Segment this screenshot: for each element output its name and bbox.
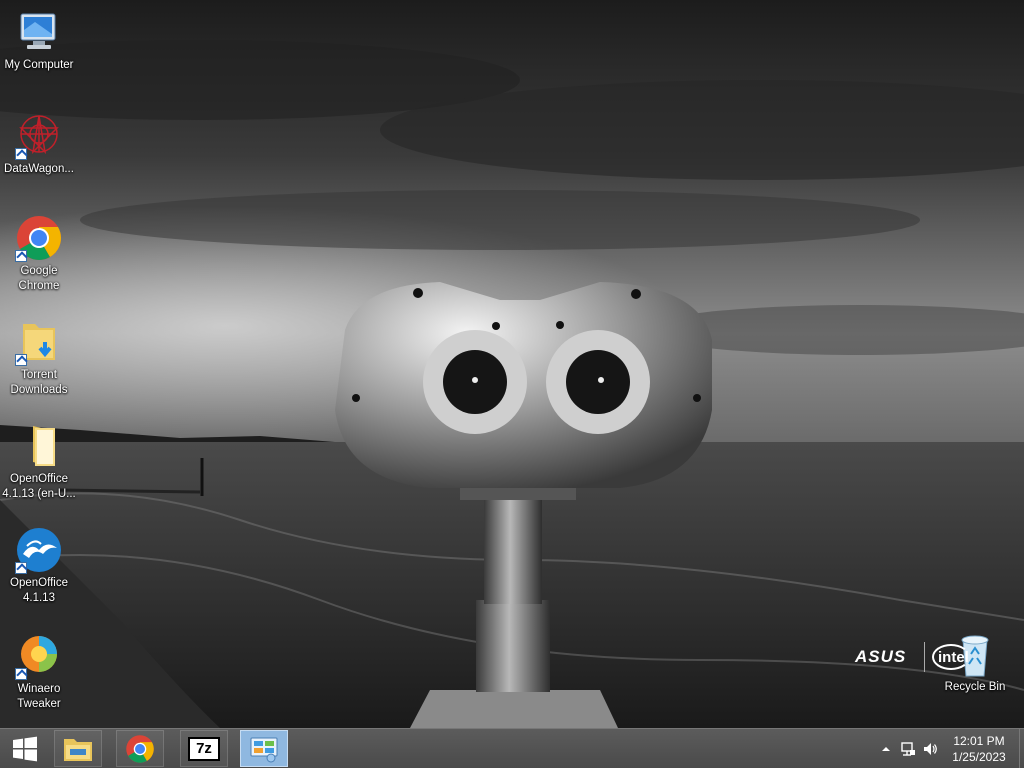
desktop-icon-winaero-tweaker[interactable]: Winaero Tweaker [0,632,78,712]
shortcut-arrow-icon [15,562,27,574]
chevron-up-icon[interactable] [878,741,894,757]
desktop-icon-my-computer[interactable]: My Computer [0,8,78,73]
desktop-icon-openoffice-folder[interactable]: OpenOffice 4.1.13 (en-U... [0,422,78,502]
desktop-icon-label: Recycle Bin [944,681,1006,693]
desktop-icon-label: OpenOffice 4.1.13 (en-U... [2,473,76,500]
desktop-icon-torrent-downloads[interactable]: Torrent Downloads [0,318,78,398]
folder-icon [15,422,63,470]
wallpaper [0,0,1024,728]
taskbar-7zip-button[interactable]: 7z [180,730,228,767]
shortcut-arrow-icon [15,668,27,680]
file-explorer-icon [64,738,92,761]
taskbar: 7z 12:01 PM 1/25/2023 [0,728,1024,768]
network-icon[interactable] [900,741,916,757]
chrome-icon [15,214,63,262]
taskbar-control-panel-button[interactable] [240,730,288,767]
speaker-icon[interactable] [922,741,938,757]
desktop-icon-google-chrome[interactable]: Google Chrome [0,214,78,294]
clock-date: 1/25/2023 [952,750,1006,764]
openoffice-icon [15,526,63,574]
windows-logo-icon [13,736,37,762]
winaero-tweaker-icon [15,632,63,680]
my-computer-icon [15,8,63,56]
datawagon-icon [15,112,63,160]
taskbar-clock[interactable]: 12:01 PM 1/25/2023 [944,733,1014,765]
desktop-icon-label: OpenOffice 4.1.13 [10,577,68,604]
intel-logo: intel [932,644,972,674]
desktop-icon-label: My Computer [4,59,74,71]
control-panel-icon [250,737,278,762]
shortcut-arrow-icon [15,250,27,262]
show-desktop-button[interactable] [1019,729,1024,768]
desktop-icon-label: Google Chrome [18,265,60,292]
clock-time: 12:01 PM [953,734,1005,748]
system-tray: 12:01 PM 1/25/2023 [864,729,1024,768]
start-button[interactable] [0,729,50,768]
chrome-icon [126,734,154,763]
shortcut-arrow-icon [15,354,27,366]
asus-logo: ASUS [855,647,907,666]
logo-divider [924,642,925,672]
7zip-icon: 7z [188,736,220,761]
desktop-icon-label: Winaero Tweaker [17,683,61,710]
desktop-icon-datawagon[interactable]: DataWagon... [0,112,78,177]
desktop[interactable]: My Computer DataWagon... Google Chrome T… [0,0,1024,728]
folder-download-icon [15,318,63,366]
desktop-icon-label: Torrent Downloads [10,369,68,396]
desktop-icon-openoffice[interactable]: OpenOffice 4.1.13 [0,526,78,606]
desktop-icon-label: DataWagon... [4,163,74,175]
taskbar-file-explorer-button[interactable] [54,730,102,767]
intel-logo-text: intel [938,649,969,666]
7zip-icon-text: 7z [196,740,212,757]
shortcut-arrow-icon [15,148,27,160]
taskbar-chrome-button[interactable] [116,730,164,767]
